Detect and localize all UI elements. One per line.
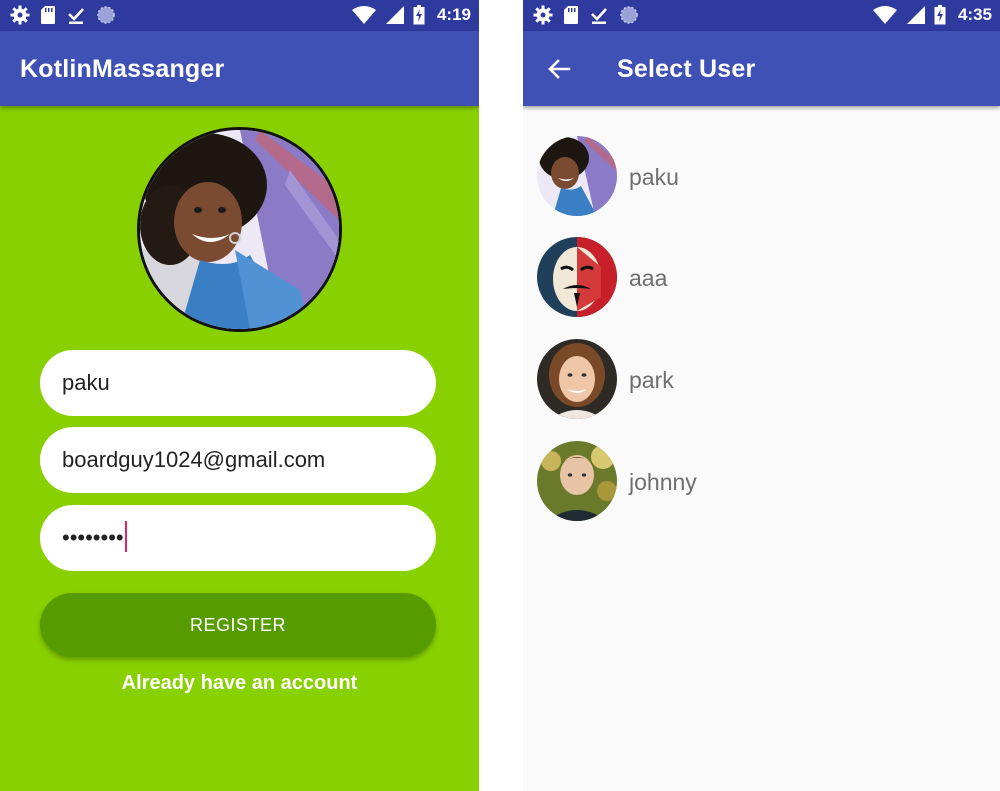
download-done-icon [591, 8, 607, 24]
user-row-park[interactable]: park [523, 339, 1000, 439]
register-screen: 4:19 KotlinMassanger REGISTER Already ha… [0, 0, 479, 791]
user-row-johnny[interactable]: johnny [523, 441, 1000, 541]
status-time: 4:19 [436, 5, 471, 24]
user-name: paku [629, 164, 679, 190]
avatar [537, 237, 617, 317]
sync-circle-icon [97, 6, 115, 24]
signal-icon [385, 6, 404, 24]
user-row-aaa[interactable]: aaa [523, 237, 1000, 337]
user-name: johnny [629, 469, 697, 495]
back-arrow-icon[interactable] [543, 53, 575, 85]
avatar-photo-park [537, 339, 617, 419]
status-bar: 4:35 [523, 0, 1000, 31]
app-bar: Select User [523, 31, 1000, 106]
text-cursor [125, 521, 127, 552]
already-have-account-link[interactable]: Already have an account [0, 672, 479, 695]
status-bar: 4:19 [0, 0, 479, 31]
user-row-paku[interactable]: paku [523, 136, 1000, 236]
select-user-screen: 4:35 Select User paku aaa park johnny [523, 0, 1000, 791]
avatar-photo-aaa [537, 237, 617, 317]
sd-card-icon [41, 6, 55, 24]
sync-circle-icon [620, 6, 638, 24]
status-time: 4:35 [957, 5, 992, 24]
sd-card-icon [564, 6, 578, 24]
wifi-icon [351, 6, 376, 24]
user-name: park [629, 367, 674, 393]
gear-icon [533, 5, 553, 25]
avatar [537, 339, 617, 419]
download-done-icon [68, 8, 84, 24]
gear-icon [10, 5, 30, 25]
email-field[interactable] [40, 427, 436, 493]
battery-charging-icon [413, 5, 425, 25]
avatar [537, 441, 617, 521]
profile-photo-image [140, 130, 339, 329]
user-name: aaa [629, 265, 668, 291]
password-field[interactable] [40, 505, 436, 571]
avatar-photo-paku [537, 136, 617, 216]
username-field[interactable] [40, 350, 436, 416]
app-bar: KotlinMassanger [0, 31, 479, 106]
signal-icon [906, 6, 925, 24]
wifi-icon [872, 6, 897, 24]
profile-photo-picker[interactable] [137, 127, 342, 332]
avatar [537, 136, 617, 216]
battery-charging-icon [934, 5, 946, 25]
app-title: Select User [617, 55, 756, 83]
app-title: KotlinMassanger [20, 55, 225, 83]
avatar-photo-johnny [537, 441, 617, 521]
register-button[interactable]: REGISTER [40, 593, 436, 657]
